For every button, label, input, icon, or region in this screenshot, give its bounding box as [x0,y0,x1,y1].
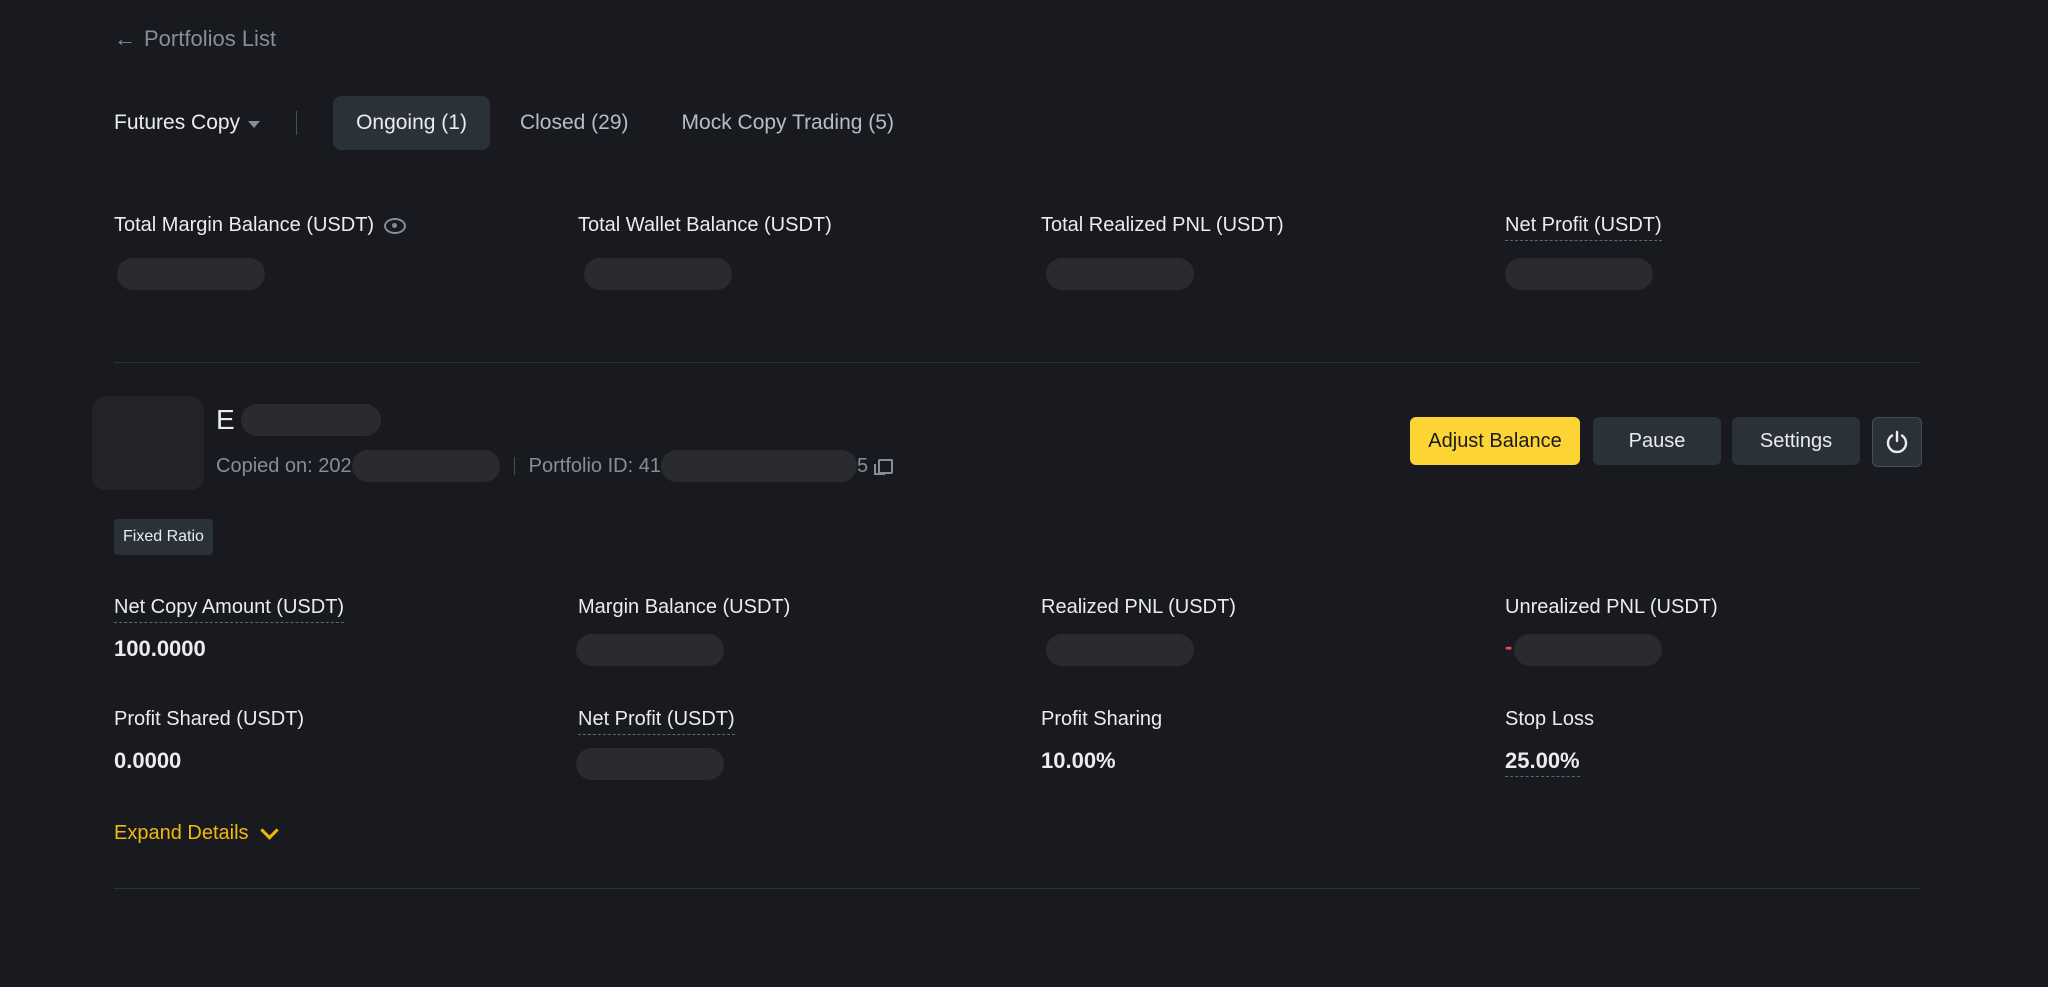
expand-details-link[interactable]: Expand Details [114,821,279,845]
total-realized-pnl-value-hidden [1046,258,1194,290]
back-link-label: Portfolios List [144,26,277,51]
copied-on-hidden [351,450,500,482]
net-profit-summary-value-hidden [1505,258,1653,290]
net-copy-amount-label-row: Net Copy Amount (USDT) [114,596,345,623]
tabs-divider [296,111,298,135]
mode-badge: Fixed Ratio [114,519,213,555]
total-realized-pnl-label: Total Realized PNL (USDT) [1041,214,1284,236]
stop-copy-button[interactable] [1872,417,1922,467]
profit-shared-value: 0.0000 [114,748,182,773]
futures-copy-dropdown[interactable]: Futures Copy [114,111,261,135]
tab-mock-copy-trading[interactable]: Mock Copy Trading (5) [659,96,917,150]
unrealized-pnl-value-hidden [1514,634,1662,666]
adjust-balance-button[interactable]: Adjust Balance [1410,417,1580,465]
total-margin-balance-value-hidden [117,258,265,290]
net-profit-summary-label-row: Net Profit (USDT) [1505,214,1662,241]
unrealized-pnl-label: Unrealized PNL (USDT) [1505,596,1718,618]
portfolio-id-hidden [660,450,857,482]
margin-balance-label: Margin Balance (USDT) [578,596,791,618]
profit-sharing-label: Profit Sharing [1041,708,1163,730]
portfolio-meta: Copied on: 202 Portfolio ID: 41 5 [216,450,894,482]
total-margin-balance-label: Total Margin Balance (USDT) [114,214,375,236]
stop-loss-value-row: 25.00% [1505,748,1580,777]
realized-pnl-value-hidden [1046,634,1194,666]
power-icon [1886,430,1908,454]
net-profit-summary-label: Net Profit (USDT) [1505,214,1662,241]
net-copy-amount-value: 100.0000 [114,636,206,661]
copy-icon[interactable] [874,458,894,475]
total-margin-balance-label-row: Total Margin Balance (USDT) [114,214,407,237]
copied-on-text: Copied on: 202 [216,454,352,477]
section-divider [114,362,1920,363]
stop-loss-label: Stop Loss [1505,708,1594,730]
portfolio-tabs: Futures Copy Ongoing (1) Closed (29) Moc… [114,96,924,150]
profit-shared-label: Profit Shared (USDT) [114,708,305,730]
unrealized-pnl-sign: - [1505,634,1513,659]
settings-button[interactable]: Settings [1732,417,1860,465]
stop-loss-value: 25.00% [1505,748,1580,777]
eye-icon[interactable] [384,217,407,234]
net-profit-value-hidden [576,748,724,780]
tab-closed[interactable]: Closed (29) [497,96,652,150]
chevron-down-icon [259,821,279,840]
back-link[interactable]: ← Portfolios List [114,26,276,52]
expand-details-label: Expand Details [114,822,249,844]
margin-balance-value-hidden [576,634,724,666]
portfolio-id-suffix: 5 [856,454,869,477]
portfolio-name-hidden [240,404,381,436]
meta-divider [513,457,515,475]
net-profit-label-row: Net Profit (USDT) [578,708,735,735]
avatar [92,396,204,490]
net-copy-amount-label: Net Copy Amount (USDT) [114,596,345,623]
tab-ongoing[interactable]: Ongoing (1) [333,96,490,150]
bottom-divider [114,888,1920,889]
portfolio-id-text: Portfolio ID: 41 [528,454,661,477]
futures-copy-label: Futures Copy [114,111,241,134]
portfolio-name-initial: E [216,404,235,435]
arrow-left-icon: ← [114,26,136,51]
pause-button[interactable]: Pause [1593,417,1721,465]
net-profit-label: Net Profit (USDT) [578,708,735,735]
profit-sharing-value: 10.00% [1041,748,1116,773]
total-wallet-balance-value-hidden [584,258,732,290]
portfolio-name: E [216,404,381,436]
caret-down-icon [248,120,261,128]
realized-pnl-label: Realized PNL (USDT) [1041,596,1236,618]
total-wallet-balance-label: Total Wallet Balance (USDT) [578,214,832,236]
